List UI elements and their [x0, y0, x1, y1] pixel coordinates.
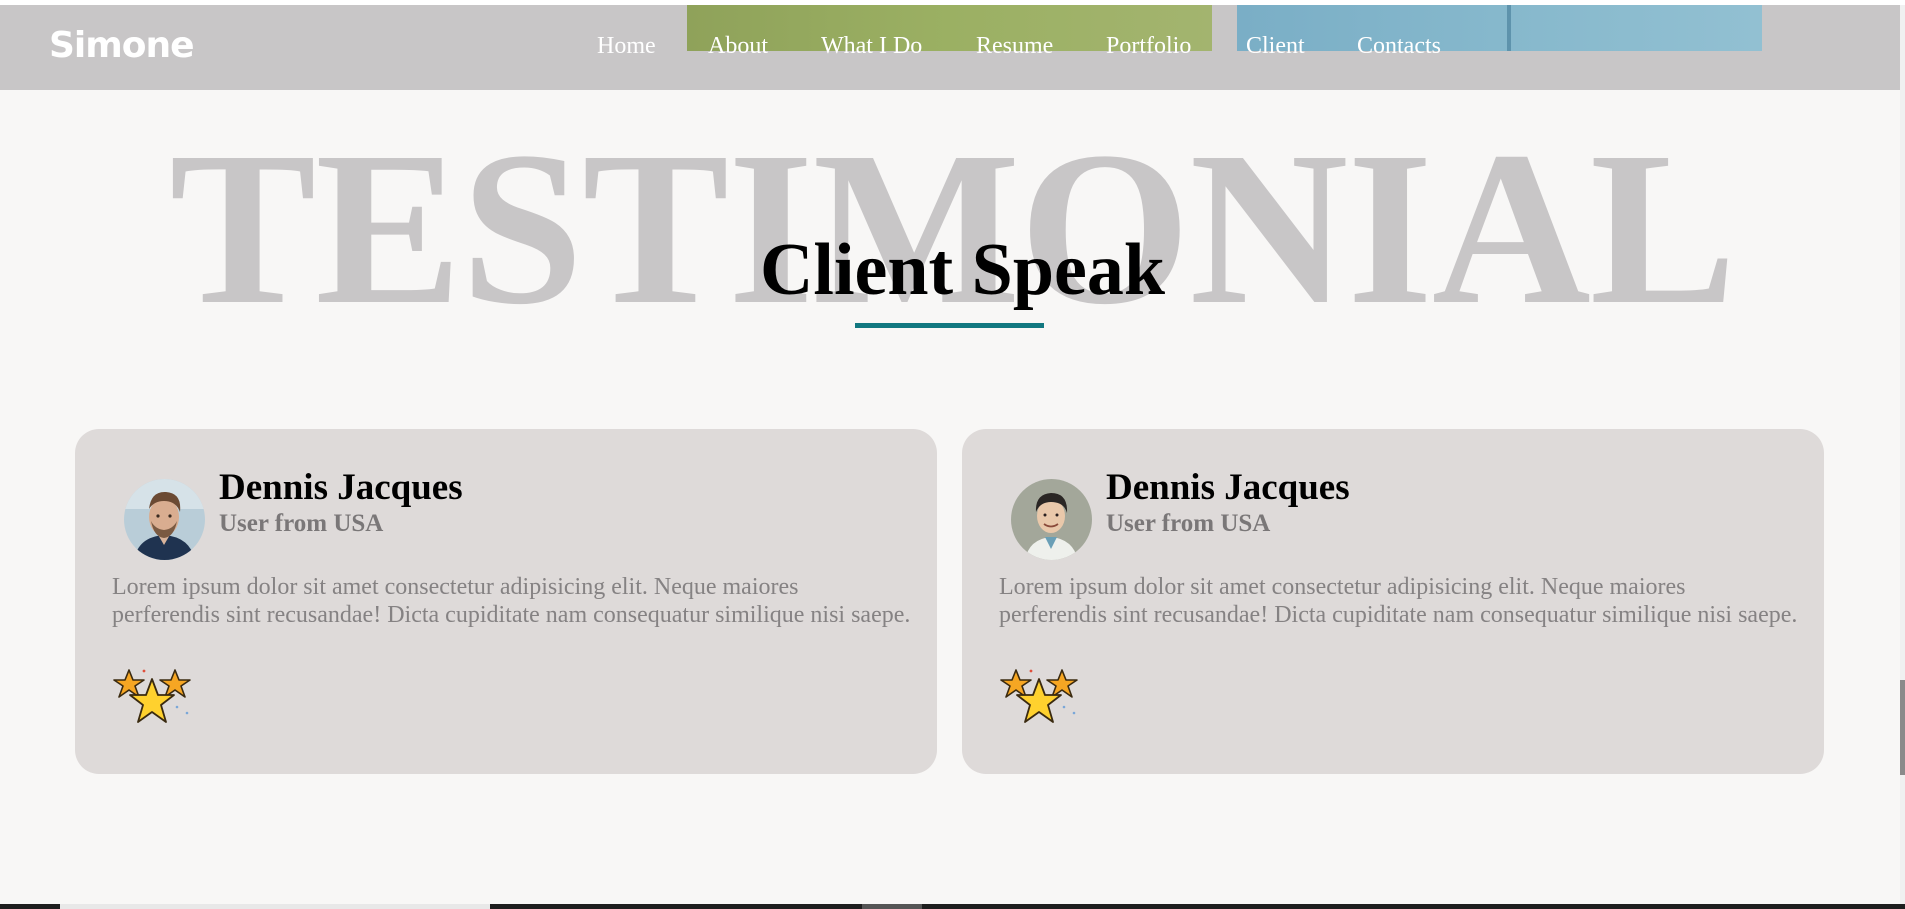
bottom-strip-segment — [862, 904, 922, 909]
section-title: Client Speak — [759, 229, 1165, 311]
avatar — [1011, 479, 1092, 560]
title-underline — [855, 323, 1044, 328]
site-header: Simone Home About What I Do Resume Portf… — [0, 5, 1900, 90]
nav-about[interactable]: About — [708, 33, 768, 60]
client-role: User from USA — [219, 510, 384, 537]
image-seam — [1507, 5, 1511, 51]
bottom-strip — [0, 904, 1905, 909]
page: Simone Home About What I Do Resume Portf… — [0, 0, 1905, 909]
nav-client[interactable]: Client — [1246, 33, 1305, 60]
stars-icon — [113, 669, 191, 723]
stars-icon — [1000, 669, 1078, 723]
nav-contacts[interactable]: Contacts — [1357, 33, 1441, 60]
header-background-image-blue — [1237, 5, 1762, 51]
nav-portfolio[interactable]: Portfolio — [1106, 33, 1191, 60]
client-quote: Lorem ipsum dolor sit amet consectetur a… — [999, 574, 1798, 628]
client-quote: Lorem ipsum dolor sit amet consectetur a… — [112, 574, 911, 628]
testimonial-card: Dennis Jacques User from USA Lorem ipsum… — [75, 429, 937, 774]
client-name: Dennis Jacques — [1106, 467, 1350, 508]
nav-home[interactable]: Home — [597, 33, 656, 60]
client-role: User from USA — [1106, 510, 1271, 537]
client-name: Dennis Jacques — [219, 467, 463, 508]
smiling-man-photo — [1011, 479, 1092, 560]
page-scrollbar-thumb[interactable] — [1900, 680, 1905, 775]
nav-what-i-do[interactable]: What I Do — [821, 33, 922, 60]
avatar — [124, 479, 205, 560]
testimonial-card: Dennis Jacques User from USA Lorem ipsum… — [962, 429, 1824, 774]
man-with-beard-photo — [124, 479, 205, 560]
nav-resume[interactable]: Resume — [976, 33, 1053, 60]
bottom-strip-segment — [60, 904, 490, 909]
site-logo[interactable]: Simone — [49, 25, 195, 66]
